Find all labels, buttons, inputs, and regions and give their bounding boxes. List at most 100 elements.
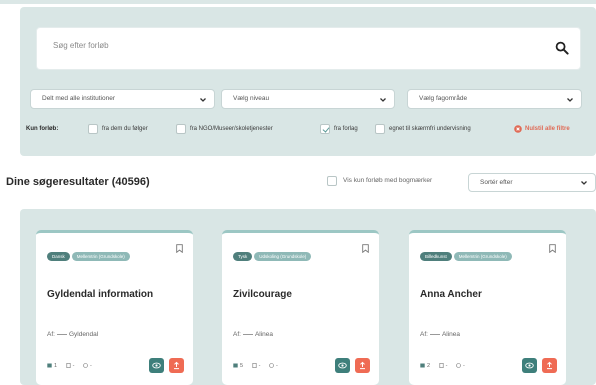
upload-icon	[174, 361, 179, 370]
checkbox-screenfree-label: egnet til skærmfri undervisning	[389, 126, 471, 132]
stat-time: -	[269, 363, 278, 369]
stat-time-value: -	[89, 363, 92, 369]
file-icon	[66, 363, 71, 369]
stat-files: -	[439, 363, 448, 369]
only-courses-label: Kun forløb:	[26, 126, 59, 132]
search-icon[interactable]	[555, 41, 569, 55]
view-button[interactable]	[522, 358, 537, 373]
course-card[interactable]: Dansk Mellemtrin (Grundskole) Gyldendal i…	[36, 230, 193, 385]
institution-select[interactable]: Delt med alle institutioner	[30, 89, 215, 109]
stat-files: -	[66, 363, 75, 369]
card-tags: Tysk Udskoling (Grundskole)	[233, 252, 313, 270]
author-prefix: Af:	[47, 331, 55, 338]
clock-icon	[269, 363, 274, 368]
clock-icon	[83, 363, 88, 368]
card-stats: 5 - -	[233, 363, 285, 369]
checkbox-screenfree[interactable]	[375, 124, 385, 134]
close-circle-icon[interactable]	[514, 125, 522, 133]
subject-tag: Dansk	[47, 252, 70, 261]
upload-icon	[547, 361, 552, 370]
book-icon	[420, 363, 425, 368]
stat-time: -	[83, 363, 92, 369]
stat-time: -	[456, 363, 465, 369]
view-button[interactable]	[335, 358, 350, 373]
chevron-down-icon	[380, 98, 386, 102]
add-button[interactable]	[169, 358, 184, 373]
subject-select[interactable]: Vælg fagområde	[407, 89, 582, 109]
checkbox-ngo[interactable]	[176, 124, 186, 134]
file-icon	[439, 363, 444, 369]
upload-icon	[360, 361, 365, 370]
reset-filters-link[interactable]: Nulstil alle filtre	[525, 124, 570, 134]
chevron-down-icon	[581, 181, 587, 185]
author-logo	[429, 333, 440, 335]
card-title[interactable]: Zivilcourage	[233, 289, 292, 300]
stat-files-value: -	[258, 363, 261, 369]
eye-icon	[525, 362, 534, 369]
level-tag: Udskoling (Grundskole)	[254, 252, 312, 261]
course-card[interactable]: Billedkunst Mellemtrin (Grundskole) Anna …	[409, 230, 566, 385]
card-title[interactable]: Anna Ancher	[420, 289, 482, 300]
card-stats: 1 - -	[47, 363, 99, 369]
checkbox-bookmark-only[interactable]	[327, 176, 337, 186]
level-select-label: Vælg niveau	[233, 95, 270, 102]
eye-icon	[152, 362, 161, 369]
book-icon	[233, 363, 238, 368]
bookmark-icon[interactable]	[362, 244, 369, 253]
bookmark-icon[interactable]	[549, 244, 556, 253]
file-icon	[252, 363, 257, 369]
card-author: Af: Alinea	[420, 331, 460, 338]
chevron-down-icon	[567, 98, 573, 102]
card-title[interactable]: Gyldendal information	[47, 289, 153, 300]
subject-tag: Billedkunst	[420, 252, 452, 261]
view-button[interactable]	[149, 358, 164, 373]
stat-lessons: 1	[47, 363, 57, 369]
course-card[interactable]: Tysk Udskoling (Grundskole) Zivilcourage …	[222, 230, 379, 385]
card-stats: 2 - -	[420, 363, 472, 369]
card-author: Af: Gyldendal	[47, 331, 98, 338]
bookmark-only-label: Vis kun forløb med bogmærker	[343, 177, 433, 184]
checkbox-publisher-label: fra forlag	[334, 126, 358, 132]
card-tags: Dansk Mellemtrin (Grundskole)	[47, 252, 132, 270]
stat-lessons-value: 1	[54, 363, 58, 369]
add-button[interactable]	[542, 358, 557, 373]
checkbox-ngo-label: fra NGO/Museer/skoletjenester	[190, 126, 273, 132]
top-strip	[0, 0, 596, 4]
stat-files-value: -	[445, 363, 448, 369]
checkbox-following[interactable]	[88, 124, 98, 134]
add-button[interactable]	[355, 358, 370, 373]
clock-icon	[456, 363, 461, 368]
checkbox-following-label: fra dem du følger	[102, 126, 148, 132]
author-prefix: Af:	[233, 331, 241, 338]
stat-lessons: 2	[420, 363, 430, 369]
chevron-down-icon	[200, 98, 206, 102]
search-box[interactable]	[36, 27, 581, 70]
bookmark-icon[interactable]	[176, 244, 183, 253]
stat-time-value: -	[462, 363, 465, 369]
search-input[interactable]	[53, 41, 533, 50]
level-select[interactable]: Vælg niveau	[221, 89, 395, 109]
subject-tag: Tysk	[233, 252, 253, 261]
subject-select-label: Vælg fagområde	[419, 95, 468, 102]
stat-lessons: 5	[233, 363, 243, 369]
card-author: Af: Alinea	[233, 331, 273, 338]
sort-select[interactable]: Sortér efter	[468, 173, 596, 192]
book-icon	[47, 363, 52, 368]
results-title: Dine søgeresultater (40596)	[6, 176, 150, 188]
stat-lessons-value: 2	[427, 363, 431, 369]
stat-time-value: -	[275, 363, 278, 369]
stat-files-value: -	[72, 363, 75, 369]
author-prefix: Af:	[420, 331, 428, 338]
institution-select-label: Delt med alle institutioner	[42, 95, 115, 102]
stat-lessons-value: 5	[240, 363, 244, 369]
author-name: Alinea	[441, 331, 461, 338]
author-logo	[242, 333, 253, 335]
card-tags: Billedkunst Mellemtrin (Grundskole)	[420, 252, 514, 270]
filter-panel: Delt med alle institutioner Vælg niveau …	[20, 7, 596, 156]
author-name: Alinea	[254, 331, 274, 338]
sort-select-label: Sortér efter	[480, 179, 513, 186]
stat-files: -	[252, 363, 261, 369]
checkbox-publisher[interactable]	[320, 124, 330, 134]
author-logo	[56, 333, 67, 335]
author-name: Gyldendal	[68, 331, 99, 338]
